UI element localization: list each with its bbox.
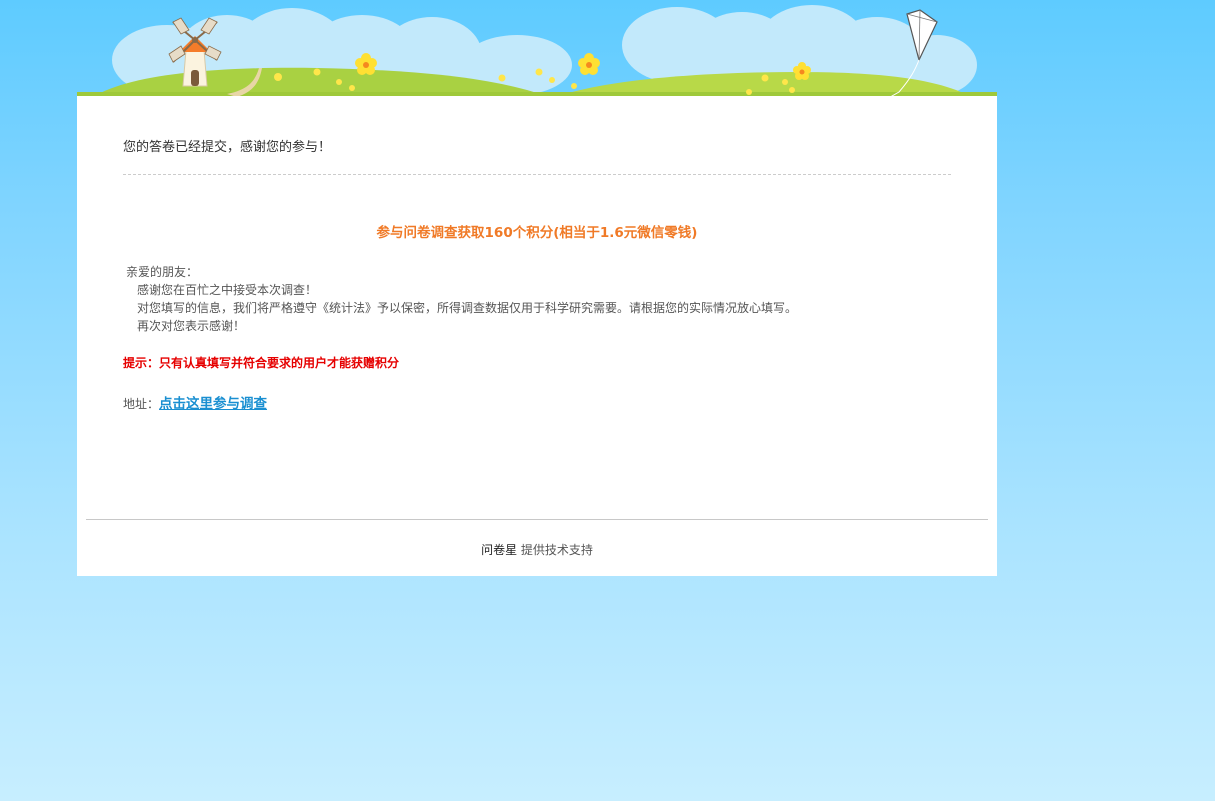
survey-link[interactable]: 点击这里参与调查 <box>159 396 267 412</box>
dashed-divider <box>123 174 951 175</box>
footer-divider <box>86 519 988 520</box>
survey-address: 地址：点击这里参与调查 <box>123 392 267 412</box>
letter-block: 亲爱的朋友： 感谢您在百忙之中接受本次调查！ 对您填写的信息，我们将严格遵守《统… <box>123 263 797 335</box>
letter-line: 再次对您表示感谢！ <box>137 319 246 333</box>
result-card: 您的答卷已经提交，感谢您的参与！ 参与问卷调查获取160个积分(相当于1.6元微… <box>77 96 997 576</box>
reward-tip: 提示：只有认真填写并符合要求的用户才能获赠积分 <box>123 356 400 370</box>
submit-success-message: 您的答卷已经提交，感谢您的参与！ <box>123 140 332 155</box>
letter-line: 对您填写的信息，我们将严格遵守《统计法》予以保密，所得调查数据仅用于科学研究需要… <box>137 301 798 315</box>
letter-line: 感谢您在百忙之中接受本次调查！ <box>137 283 318 297</box>
reward-headline: 参与问卷调查获取160个积分(相当于1.6元微信零钱) <box>376 225 698 241</box>
footer-brand-link[interactable]: 问卷星 <box>481 543 517 557</box>
address-label: 地址： <box>123 397 160 411</box>
header-scene <box>77 0 997 100</box>
footer-support-text: 提供技术支持 <box>517 543 593 557</box>
letter-greeting: 亲爱的朋友： <box>126 265 199 279</box>
footer: 问卷星 提供技术支持 <box>77 541 997 558</box>
